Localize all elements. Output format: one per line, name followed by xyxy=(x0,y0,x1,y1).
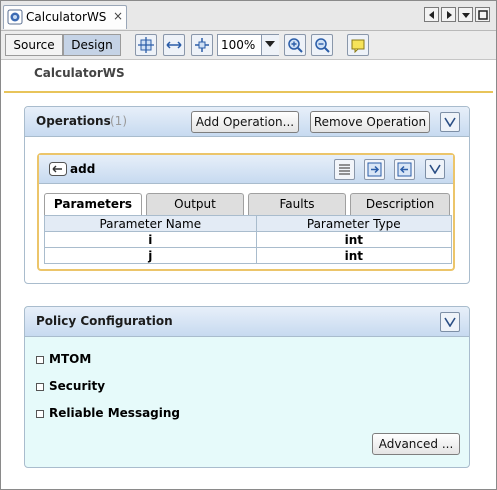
advanced-button[interactable]: Advanced ... xyxy=(372,433,460,455)
zoom-out-icon[interactable] xyxy=(311,34,333,56)
operation-card: add Parameters Output Faults Description… xyxy=(37,153,455,271)
tab-strip: CalculatorWS × xyxy=(1,1,496,31)
header-divider xyxy=(4,91,493,93)
operation-card-header: add xyxy=(39,155,453,184)
mtom-checkbox[interactable] xyxy=(36,356,44,364)
policy-title: Policy Configuration xyxy=(36,314,173,328)
security-label[interactable]: Security xyxy=(49,379,105,393)
collapse-icon[interactable] xyxy=(440,112,460,132)
chevron-down-icon[interactable] xyxy=(261,35,279,55)
column-header-parameter-name[interactable]: Parameter Name xyxy=(44,215,257,232)
policy-panel-header: Policy Configuration xyxy=(25,307,469,337)
column-header-parameter-type[interactable]: Parameter Type xyxy=(255,215,453,232)
scroll-left-icon[interactable] xyxy=(424,7,439,22)
table-header-row: Parameter Name Parameter Type xyxy=(44,215,453,232)
parameter-type-cell[interactable]: int xyxy=(255,231,453,248)
fit-page-icon[interactable] xyxy=(135,34,157,56)
table-row[interactable]: i int xyxy=(44,231,453,248)
operations-count: (1) xyxy=(110,114,127,128)
test-operation-icon[interactable] xyxy=(394,159,415,180)
maximize-icon[interactable] xyxy=(475,7,490,22)
parameter-name-cell[interactable]: j xyxy=(44,247,257,264)
zoom-in-icon[interactable] xyxy=(284,34,306,56)
operations-title: Operations xyxy=(36,114,111,128)
operation-name: add xyxy=(70,162,96,176)
operation-icon xyxy=(49,162,67,176)
source-view-button[interactable]: Source xyxy=(5,34,63,56)
tab-faults[interactable]: Faults xyxy=(248,193,346,215)
policy-collapse-icon[interactable] xyxy=(440,312,460,332)
tab-output[interactable]: Output xyxy=(146,193,244,215)
reliable-messaging-checkbox[interactable] xyxy=(36,410,44,418)
list-icon[interactable] xyxy=(334,159,355,180)
remove-operation-button[interactable]: Remove Operation xyxy=(310,111,430,133)
zoom-value: 100% xyxy=(221,38,256,52)
policy-configuration-panel: Policy Configuration MTOM Security Relia… xyxy=(24,306,470,468)
security-checkbox[interactable] xyxy=(36,383,44,391)
web-service-icon xyxy=(7,9,23,25)
fit-width-icon[interactable] xyxy=(163,34,185,56)
tab-menu-icon[interactable] xyxy=(458,7,473,22)
parameters-table: Parameter Name Parameter Type i int j in… xyxy=(44,215,453,264)
operations-panel: Operations (1) Add Operation... Remove O… xyxy=(24,106,470,284)
zoom-combo[interactable]: 100% xyxy=(217,34,279,56)
design-view-button[interactable]: Design xyxy=(63,34,121,56)
add-note-icon[interactable] xyxy=(347,34,369,56)
operation-collapse-icon[interactable] xyxy=(425,159,445,179)
document-tab[interactable]: CalculatorWS × xyxy=(3,5,127,29)
actual-size-icon[interactable] xyxy=(191,34,213,56)
page-title: CalculatorWS xyxy=(34,66,125,80)
mtom-label[interactable]: MTOM xyxy=(49,352,91,366)
tab-parameters[interactable]: Parameters xyxy=(44,193,142,216)
operations-panel-header: Operations (1) Add Operation... Remove O… xyxy=(25,107,469,137)
parameter-type-cell[interactable]: int xyxy=(255,247,453,264)
parameter-name-cell[interactable]: i xyxy=(44,231,257,248)
reliable-messaging-label[interactable]: Reliable Messaging xyxy=(49,406,180,420)
editor-toolbar: Source Design 100% xyxy=(1,31,496,60)
close-tab-icon[interactable]: × xyxy=(113,9,123,23)
scroll-right-icon[interactable] xyxy=(441,7,456,22)
go-to-source-icon[interactable] xyxy=(364,159,385,180)
document-tab-label: CalculatorWS xyxy=(26,10,107,24)
tab-description[interactable]: Description xyxy=(350,193,450,215)
table-row[interactable]: j int xyxy=(44,247,453,264)
add-operation-button[interactable]: Add Operation... xyxy=(191,111,299,133)
